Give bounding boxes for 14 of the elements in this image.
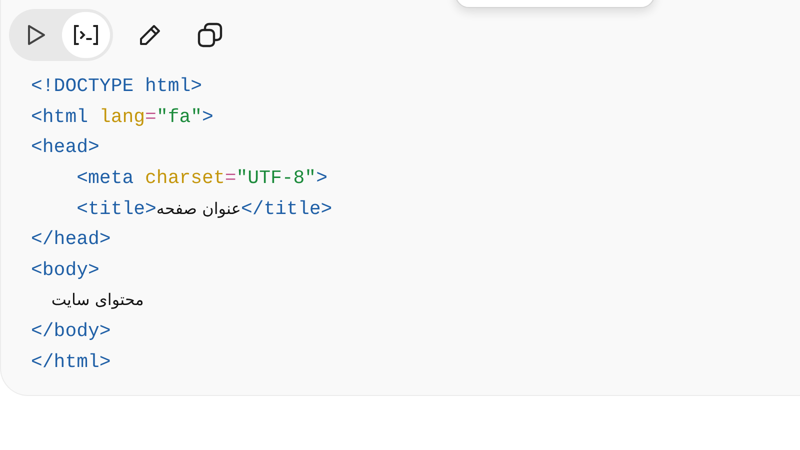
play-icon	[26, 24, 46, 46]
pencil-icon	[138, 23, 162, 47]
code-line: <head>	[31, 135, 100, 160]
code-line: </body>	[31, 319, 111, 344]
code-line: <html lang="fa">	[31, 104, 214, 130]
terminal-icon	[73, 24, 99, 46]
code-line: <body>	[31, 258, 100, 283]
code-line: <!DOCTYPE html>	[31, 74, 202, 100]
copy-icon	[197, 22, 223, 48]
code-line: </head>	[31, 227, 111, 252]
code-line: محتوای سایت	[50, 289, 144, 312]
code-line: </html>	[31, 350, 111, 375]
code-line: <meta charset="UTF-8">	[76, 166, 328, 192]
code-view-button[interactable]	[62, 12, 110, 58]
